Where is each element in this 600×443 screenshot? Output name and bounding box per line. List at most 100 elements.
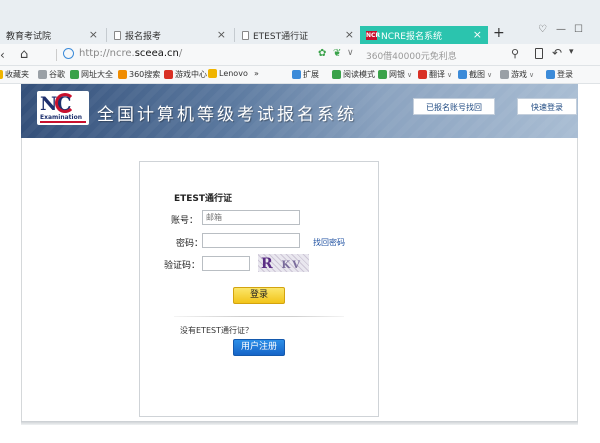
page-title: 全国计算机等级考试报名系统 (97, 105, 357, 125)
bookmark-reading-mode[interactable]: 阅读模式∨ (332, 69, 382, 80)
bookmarks-bar: 收藏夹谷歌网址大全360搜索游戏中心Lenovo»扩展阅读模式∨网银∨翻译∨截图… (0, 66, 600, 84)
logo-underline (40, 121, 86, 123)
captcha-text: R KV Z (261, 254, 309, 272)
tab-label: 教育考试院 (6, 31, 52, 42)
bookmark-360-search[interactable]: 360搜索 (118, 69, 160, 80)
chevron-down-icon: ∨ (407, 70, 413, 79)
bookmark-label: 登录 (557, 70, 573, 79)
bookmark-label: 翻译 (429, 70, 445, 79)
tab-ncre-system[interactable]: NCR NCRE报名系统 × (360, 26, 488, 44)
logo-arc-icon (55, 93, 75, 113)
close-icon[interactable]: × (217, 28, 226, 41)
bookmark-label: 网址大全 (81, 70, 113, 79)
close-icon[interactable]: × (89, 28, 98, 41)
game-center-icon (164, 70, 173, 79)
tab-education-exam[interactable]: 教育考试院 × (0, 26, 104, 44)
url-field[interactable]: http://ncre.sceea.cn/ (79, 48, 182, 59)
ncre-favicon-icon: NCR (366, 30, 381, 40)
browser-tab-strip: 教育考试院 × 报名报考 × ETEST通行证 × NCR NCRE报名系统 ×… (0, 0, 600, 44)
bookmark-label: 截图 (469, 70, 485, 79)
search-input[interactable]: 360借40000元免利息 (360, 47, 528, 63)
captcha-input[interactable] (202, 256, 250, 271)
online-banking-icon (378, 70, 387, 79)
bookmark-login[interactable]: 登录 (546, 69, 573, 80)
divider (174, 316, 344, 317)
password-label: 密码： (176, 239, 204, 249)
shield-icon[interactable]: ✿ (318, 48, 326, 59)
screenshot-icon (458, 70, 467, 79)
bookmark-favorites[interactable]: 收藏夹 (0, 69, 29, 80)
bookmark-label: 收藏夹 (5, 70, 29, 79)
extensions-icon (292, 70, 301, 79)
search-icon[interactable]: ⚲ (511, 47, 519, 60)
logo-subtitle: Examination (40, 114, 82, 121)
bookmark-games[interactable]: 游戏 ∨ (500, 69, 534, 80)
undo-icon[interactable]: ↶ (552, 46, 562, 60)
captcha-image[interactable]: R KV Z (258, 254, 309, 272)
bookmark-label: 阅读模式 (343, 70, 375, 79)
new-tab-button[interactable]: + (493, 25, 505, 41)
find-account-button[interactable]: 已报名账号找回 (413, 98, 495, 115)
bookmark-icon[interactable] (535, 48, 543, 59)
bookmark-label: 游戏中心 (175, 70, 207, 79)
site-header: NC Examination 全国计算机等级考试报名系统 已报名账号找回 快速登… (21, 84, 578, 138)
bookmark-online-banking[interactable]: 网银 ∨ (378, 69, 412, 80)
maximize-icon[interactable]: ☐ (574, 24, 583, 35)
tab-etest-pass[interactable]: ETEST通行证 × (236, 26, 360, 44)
account-input[interactable] (202, 210, 300, 225)
quick-login-button[interactable]: 快速登录 (517, 98, 577, 115)
bookmark-google[interactable]: 谷歌 (38, 69, 65, 80)
360-search-icon (118, 70, 127, 79)
forgot-password-link[interactable]: 找回密码 (313, 237, 345, 248)
divider (56, 49, 57, 61)
favorites-icon (0, 70, 3, 79)
login-title: ETEST通行证 (174, 194, 233, 204)
ncre-logo: NC Examination (37, 91, 89, 125)
bookmark-label: 游戏 (511, 70, 527, 79)
tab-registration[interactable]: 报名报考 × (108, 26, 232, 44)
close-icon[interactable]: × (345, 28, 354, 41)
page-icon (114, 30, 121, 40)
password-input[interactable] (202, 233, 300, 248)
leaf-icon[interactable]: ❦ (333, 48, 341, 59)
bookmark-label: » (254, 69, 259, 78)
login-button[interactable]: 登录 (233, 287, 285, 304)
bookmark-translate[interactable]: 翻译 ∨ (418, 69, 452, 80)
minimize-icon[interactable]: — (556, 24, 566, 35)
bookmark-label: 360搜索 (129, 70, 161, 79)
chevron-down-icon: ∨ (487, 70, 493, 79)
bookmark-label: 谷歌 (49, 70, 65, 79)
bookmark-url-directory[interactable]: 网址大全 (70, 69, 113, 80)
tab-label: NCRE报名系统 (381, 31, 442, 42)
back-icon[interactable]: ‹ (0, 48, 5, 62)
page-icon (242, 30, 249, 40)
address-bar: ‹ ⌂ http://ncre.sceea.cn/ ✿ ❦ ∨ 360借4000… (0, 44, 600, 66)
close-icon[interactable]: × (473, 28, 482, 41)
chevron-down-icon: ∨ (447, 70, 453, 79)
chevron-down-icon: ∨ (529, 70, 535, 79)
tab-label: 报名报考 (125, 31, 162, 42)
bookmark-extensions[interactable]: 扩展 (292, 69, 319, 80)
register-button[interactable]: 用户注册 (233, 339, 285, 356)
chevron-down-icon[interactable]: ∨ (347, 48, 354, 58)
url-directory-icon (70, 70, 79, 79)
tab-label: ETEST通行证 (253, 31, 309, 42)
account-label: 账号： (171, 216, 199, 226)
tab-divider (106, 28, 107, 42)
bookmark-label: 网银 (389, 70, 405, 79)
captcha-label: 验证码： (164, 261, 201, 271)
tab-divider (234, 28, 235, 42)
menu-icon[interactable]: ▾ (569, 47, 574, 57)
home-icon[interactable]: ⌂ (20, 47, 28, 62)
bookmark-screenshot[interactable]: 截图 ∨ (458, 69, 492, 80)
bookmark-lenovo[interactable]: Lenovo (208, 69, 248, 78)
google-icon (38, 70, 47, 79)
login-panel: ETEST通行证 账号： 密码： 找回密码 验证码： R KV Z 登录 没有E… (139, 161, 379, 417)
globe-icon (63, 48, 74, 59)
window-bottom (0, 425, 600, 443)
bookmark-game-center[interactable]: 游戏中心 (164, 69, 207, 80)
bookmark-overflow[interactable]: » (254, 69, 259, 78)
skin-icon[interactable]: ♡ (538, 24, 547, 35)
lenovo-icon (208, 69, 217, 78)
bookmark-label: 扩展 (303, 70, 319, 79)
